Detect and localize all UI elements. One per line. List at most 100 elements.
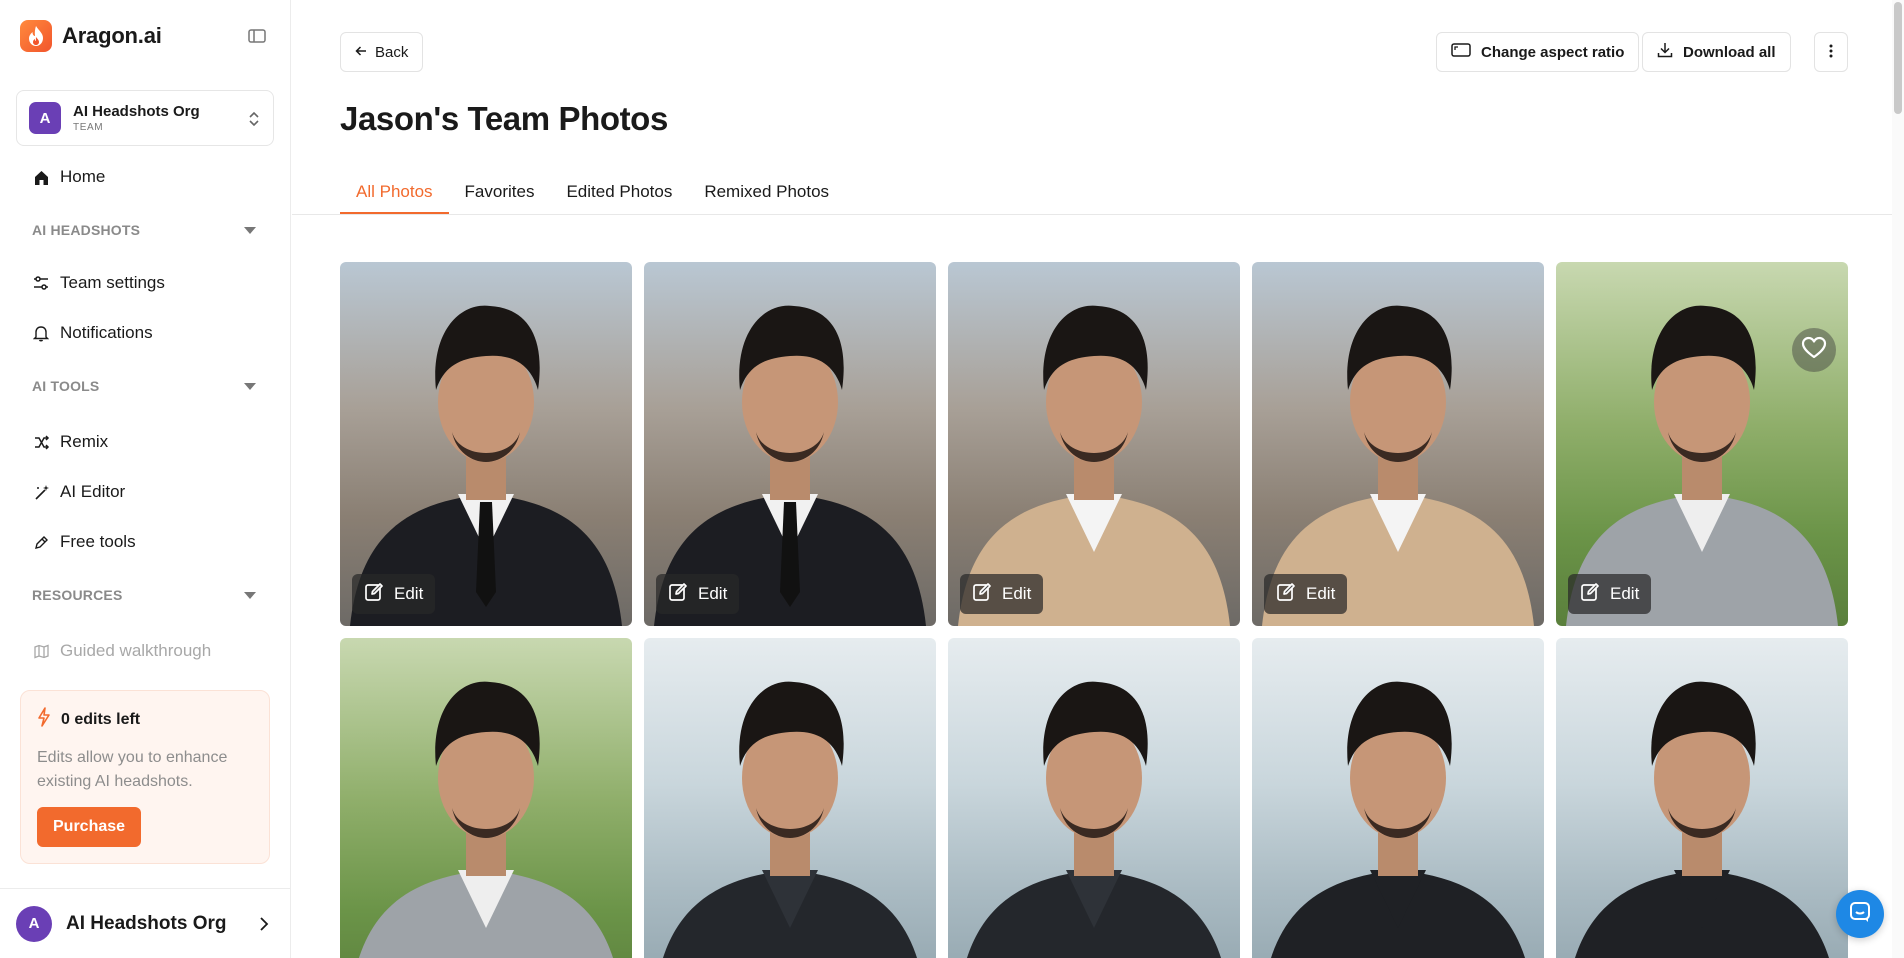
sliders-icon <box>32 274 50 292</box>
back-label: Back <box>375 43 409 61</box>
back-button[interactable]: Back <box>340 32 424 72</box>
sidebar-item-label: Team settings <box>60 273 165 292</box>
map-icon <box>32 642 50 660</box>
scrollbar-thumb[interactable] <box>1894 2 1902 114</box>
heart-icon <box>1801 336 1827 365</box>
more-options-button[interactable] <box>1814 32 1848 72</box>
section-resources[interactable]: RESOURCES <box>32 587 258 603</box>
org-avatar: A <box>29 102 61 134</box>
favorite-button[interactable] <box>1792 328 1836 372</box>
account-menu[interactable]: A AI Headshots Org <box>0 888 291 958</box>
edit-label: Edit <box>1610 584 1640 603</box>
sidebar-item-label: Home <box>60 167 106 186</box>
tab-remixed-photos[interactable]: Remixed Photos <box>688 176 845 214</box>
photo-grid: Edit Edit Edit Edit Edit <box>340 262 1848 958</box>
aspect-ratio-icon <box>1451 42 1471 62</box>
tabs-divider <box>292 214 1892 215</box>
photo-card[interactable]: Edit <box>948 262 1240 626</box>
caret-down-icon <box>244 226 256 234</box>
photo-card[interactable] <box>644 638 936 958</box>
main-content: Back Change aspect ratio Download all Ja… <box>292 0 1904 958</box>
edit-button[interactable]: Edit <box>1264 574 1348 614</box>
aragon-logo-icon <box>20 20 52 52</box>
home-icon <box>32 168 50 186</box>
download-icon <box>1657 42 1673 62</box>
chat-icon <box>1848 900 1872 929</box>
photo-card[interactable]: Edit <box>1252 262 1544 626</box>
photo-card[interactable] <box>1252 638 1544 958</box>
download-all-label: Download all <box>1683 43 1776 61</box>
photo-card[interactable] <box>948 638 1240 958</box>
sidebar-item-ai-editor[interactable]: AI Editor <box>32 479 125 505</box>
sidebar-item-label: Guided walkthrough <box>60 641 212 660</box>
bell-icon <box>32 324 50 342</box>
edit-icon <box>972 582 992 607</box>
edit-button[interactable]: Edit <box>352 574 436 614</box>
brand[interactable]: Aragon.ai <box>20 20 162 52</box>
org-name: AI Headshots Org <box>73 103 200 120</box>
section-label: RESOURCES <box>32 587 123 603</box>
change-aspect-ratio-button[interactable]: Change aspect ratio <box>1436 32 1640 72</box>
change-aspect-label: Change aspect ratio <box>1481 43 1625 61</box>
edit-icon <box>1276 582 1296 607</box>
sidebar: Aragon.ai A AI Headshots Org TEAM Home A… <box>0 0 291 958</box>
edits-description: Edits allow you to enhance existing AI h… <box>37 749 228 790</box>
photo-card[interactable]: Edit <box>1556 262 1848 626</box>
sidebar-item-guided-walkthrough[interactable]: Guided walkthrough <box>32 638 211 664</box>
scrollbar[interactable] <box>1892 0 1904 958</box>
section-ai-tools[interactable]: AI TOOLS <box>32 378 258 394</box>
arrow-left-icon <box>355 44 367 61</box>
edit-button[interactable]: Edit <box>1568 574 1652 614</box>
photo-card[interactable]: Edit <box>644 262 936 626</box>
edits-count: 0 edits left <box>61 710 141 728</box>
section-ai-headshots[interactable]: AI HEADSHOTS <box>32 222 258 238</box>
chevron-right-icon <box>259 916 269 932</box>
sidebar-item-label: Free tools <box>60 532 136 551</box>
sidebar-item-label: Notifications <box>60 323 153 342</box>
edit-label: Edit <box>1002 584 1032 603</box>
edit-button[interactable]: Edit <box>656 574 740 614</box>
caret-down-icon <box>244 382 256 390</box>
sidebar-item-home[interactable]: Home <box>32 164 105 190</box>
page-title: Jason's Team Photos <box>340 100 668 137</box>
tab-all-photos[interactable]: All Photos <box>340 176 449 214</box>
sidebar-item-notifications[interactable]: Notifications <box>32 320 153 346</box>
tab-favorites[interactable]: Favorites <box>449 176 551 214</box>
edit-label: Edit <box>394 584 424 603</box>
edit-label: Edit <box>1306 584 1336 603</box>
sidebar-item-free-tools[interactable]: Free tools <box>32 529 136 555</box>
download-all-button[interactable]: Download all <box>1642 32 1791 72</box>
sidebar-item-remix[interactable]: Remix <box>32 429 108 455</box>
tab-edited-photos[interactable]: Edited Photos <box>550 176 688 214</box>
org-switcher[interactable]: A AI Headshots Org TEAM <box>16 90 274 146</box>
org-type: TEAM <box>73 122 104 133</box>
lightning-icon <box>37 707 51 732</box>
caret-down-icon <box>244 591 256 599</box>
more-vertical-icon <box>1829 43 1833 62</box>
edit-label: Edit <box>698 584 728 603</box>
edit-icon <box>1580 582 1600 607</box>
brand-name: Aragon.ai <box>62 23 162 48</box>
sidebar-toggle-icon[interactable] <box>247 26 267 46</box>
sidebar-item-label: AI Editor <box>60 482 126 501</box>
edit-icon <box>668 582 688 607</box>
chat-support-button[interactable] <box>1836 890 1884 938</box>
shuffle-icon <box>32 433 50 451</box>
section-label: AI HEADSHOTS <box>32 222 141 238</box>
edit-button[interactable]: Edit <box>960 574 1044 614</box>
pencil-sparkle-icon <box>32 533 50 551</box>
edit-icon <box>364 582 384 607</box>
edits-card: 0 edits left Edits allow you to enhance … <box>20 690 270 864</box>
edits-title: 0 edits left <box>37 707 253 732</box>
sidebar-item-team-settings[interactable]: Team settings <box>32 270 165 296</box>
account-name: AI Headshots Org <box>66 912 227 934</box>
photo-tabs: All Photos Favorites Edited Photos Remix… <box>340 176 845 214</box>
sidebar-item-label: Remix <box>60 432 109 451</box>
magic-wand-icon <box>32 483 50 501</box>
purchase-button[interactable]: Purchase <box>37 807 142 847</box>
avatar: A <box>16 905 52 942</box>
photo-card[interactable] <box>340 638 632 958</box>
chevron-up-down-icon <box>247 109 261 129</box>
photo-card[interactable] <box>1556 638 1848 958</box>
photo-card[interactable]: Edit <box>340 262 632 626</box>
